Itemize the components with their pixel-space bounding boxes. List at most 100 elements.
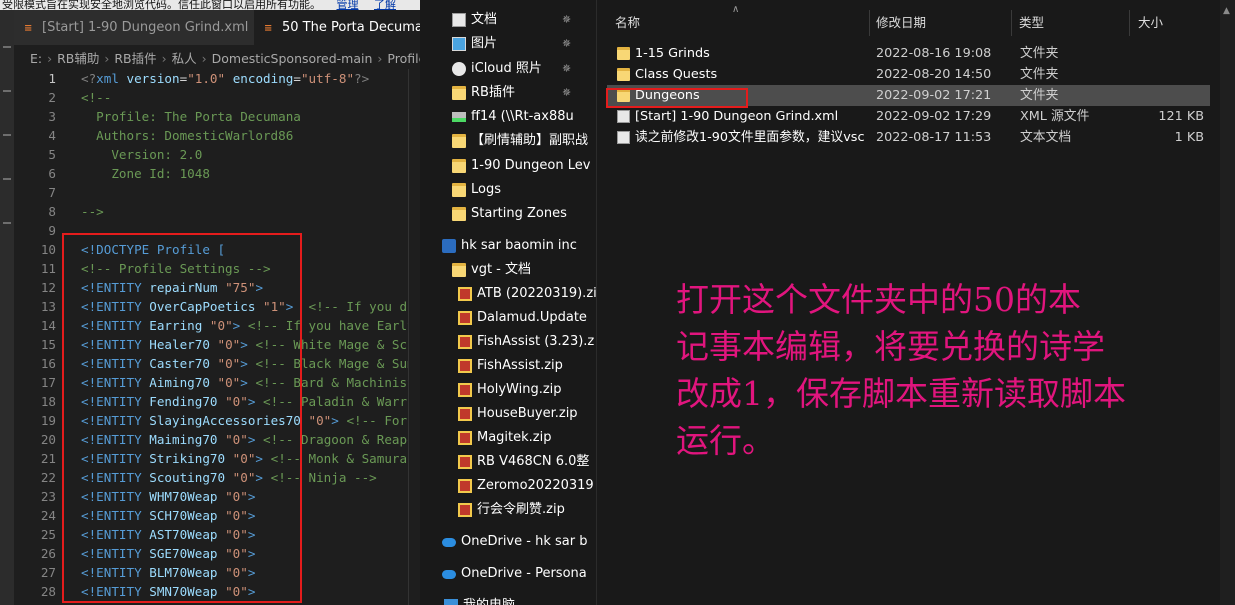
breadcrumb-item[interactable]: 私人 (172, 51, 197, 66)
breadcrumb-item[interactable]: E: (30, 51, 42, 66)
file-list-scrollbar[interactable]: ▲ (1220, 0, 1235, 605)
nav-item-label: Zeromo20220319 (477, 478, 594, 493)
nav-item[interactable]: RB插件 ✵ (420, 81, 596, 105)
file-date: 2022-08-17 11:53 (876, 130, 992, 145)
zip-icon (458, 311, 472, 325)
nav-item[interactable]: 图片 ✵ (420, 32, 596, 56)
code-line[interactable]: 3 Profile: The Porta Decumana (14, 107, 420, 126)
nav-item[interactable]: HolyWing.zip (420, 378, 596, 402)
nav-item[interactable]: 【刷情辅助】副职战 (420, 129, 596, 153)
sort-up-icon: ∧ (732, 4, 740, 15)
search-activity-icon[interactable] (3, 90, 11, 92)
zip-icon (458, 359, 472, 373)
nav-item[interactable]: HouseBuyer.zip (420, 402, 596, 426)
code-line[interactable]: 8 --> (14, 202, 420, 221)
file-type: 文件夹 (1020, 88, 1059, 103)
nav-item-label: 【刷情辅助】副职战 (471, 133, 589, 148)
code-line[interactable]: 5 Version: 2.0 (14, 145, 420, 164)
nav-item[interactable]: 1-90 Dungeon Lev (420, 154, 596, 178)
nav-item[interactable]: Starting Zones (420, 202, 596, 226)
nav-item-label: 行会令刷赞.zip (477, 502, 565, 517)
code-line[interactable]: 1 <?xml version="1.0" encoding="utf-8"?> (14, 69, 420, 88)
debug-activity-icon[interactable] (3, 178, 11, 180)
nav-item[interactable]: Zeromo20220319 (420, 474, 596, 498)
line-number: 8 (48, 204, 56, 219)
breadcrumb-item[interactable]: Profiles (387, 51, 420, 66)
nav-item[interactable]: hk sar baomin inc (420, 234, 596, 258)
zip-icon (458, 431, 472, 445)
file-row[interactable]: Class Quests 2022-08-20 14:50 文件夹 (607, 64, 1210, 85)
pin-icon[interactable]: ✵ (562, 57, 571, 81)
nav-item[interactable]: FishAssist (3.23).z (420, 330, 596, 354)
nav-item-label: Logs (471, 182, 501, 197)
file-date: 2022-09-02 17:21 (876, 88, 992, 103)
code-line[interactable]: 4 Authors: DomesticWarlord86 (14, 126, 420, 145)
pin-icon[interactable]: ✵ (562, 8, 571, 32)
column-divider[interactable] (869, 10, 870, 36)
scroll-up-icon[interactable]: ▲ (1223, 6, 1230, 16)
editor-scrollbar[interactable] (408, 69, 420, 605)
breadcrumb-item[interactable]: DomesticSponsored-main (212, 51, 373, 66)
folder-icon (617, 68, 630, 81)
folder-icon (452, 159, 466, 173)
tab-porta-decumana[interactable]: ≡ 50 The Porta Decumana (254, 10, 420, 45)
nav-item[interactable]: OneDrive - Persona (420, 562, 596, 586)
nav-item[interactable]: 文档 ✵ (420, 8, 596, 32)
breadcrumb-item[interactable]: RB辅助 (57, 51, 99, 66)
nav-item[interactable]: OneDrive - hk sar b (420, 530, 596, 554)
explorer-navigation-pane: 文档 ✵ 图片 ✵ iCloud 照片 ✵ RB插件 ✵ ff14 (\\Rt-ax88u 【刷情… (420, 0, 596, 605)
nav-item-label: OneDrive - Persona (461, 566, 587, 581)
file-row[interactable]: [Start] 1-90 Dungeon Grind.xml 2022-09-02… (607, 106, 1210, 127)
code-line[interactable]: 6 Zone Id: 1048 (14, 164, 420, 183)
source-control-activity-icon[interactable] (3, 134, 11, 136)
nav-item[interactable]: 我的电脑 (420, 594, 596, 605)
nav-item[interactable]: Magitek.zip (420, 426, 596, 450)
tab-label: [Start] 1-90 Dungeon Grind.xml (42, 20, 249, 35)
column-divider[interactable] (1011, 10, 1012, 36)
column-divider[interactable] (1129, 10, 1130, 36)
onedrive-icon (442, 570, 456, 579)
pin-icon[interactable]: ✵ (562, 32, 571, 56)
pin-icon[interactable]: ✵ (562, 81, 571, 105)
line-text: Zone Id: 1048 (81, 166, 210, 181)
instruction-annotation: 打开这个文件夹中的50的本 记事本编辑，将要兑换的诗学 改成1，保存脚本重新读取… (676, 276, 1186, 464)
line-number: 18 (40, 394, 56, 409)
file-name: 1-15 Grinds (635, 46, 710, 61)
file-row[interactable]: 1-15 Grinds 2022-08-16 19:08 文件夹 (607, 43, 1210, 64)
nav-item[interactable]: ff14 (\\Rt-ax88u (420, 105, 596, 129)
learn-more-link[interactable]: 了解 (374, 0, 396, 10)
file-type: XML 源文件 (1020, 109, 1090, 124)
tab-start-dungeon-grind[interactable]: ≡ [Start] 1-90 Dungeon Grind.xml (14, 10, 254, 45)
nav-item-label: FishAssist.zip (477, 358, 563, 373)
rss-xml-icon: ≡ (264, 23, 273, 34)
line-number: 1 (48, 71, 56, 86)
code-line[interactable]: 2 <!-- (14, 88, 420, 107)
column-name[interactable]: 名称 (615, 13, 640, 33)
file-row[interactable]: 读之前修改1-90文件里面参数，建议vsc... 2022-08-17 11:53… (607, 127, 1210, 148)
nav-item[interactable]: FishAssist.zip (420, 354, 596, 378)
nav-item[interactable]: iCloud 照片 ✵ (420, 57, 596, 81)
file-type: 文件夹 (1020, 46, 1059, 61)
column-date[interactable]: 修改日期 (876, 13, 926, 33)
line-number: 23 (40, 489, 56, 504)
breadcrumb-item[interactable]: RB插件 (114, 51, 156, 66)
column-type[interactable]: 类型 (1019, 13, 1044, 33)
line-number: 5 (48, 147, 56, 162)
nav-item[interactable]: Logs (420, 178, 596, 202)
manage-link[interactable]: 管理 (337, 0, 359, 10)
folder-icon (452, 86, 466, 100)
nav-item[interactable]: RB V468CN 6.0整 (420, 450, 596, 474)
zip-icon (458, 335, 472, 349)
folder-icon (452, 263, 466, 277)
nav-item[interactable]: ATB (20220319).zi (420, 282, 596, 306)
column-size[interactable]: 大小 (1138, 13, 1163, 33)
line-number: 19 (40, 413, 56, 428)
file-size: 121 KB (1158, 109, 1204, 124)
nav-item[interactable]: vgt - 文档 (420, 258, 596, 282)
extensions-activity-icon[interactable] (3, 222, 11, 224)
nav-item[interactable]: 行会令刷赞.zip (420, 498, 596, 522)
explorer-activity-icon[interactable] (3, 46, 11, 48)
line-number: 17 (40, 375, 56, 390)
nav-item[interactable]: Dalamud.Update (420, 306, 596, 330)
code-line[interactable]: 7 (14, 183, 420, 202)
